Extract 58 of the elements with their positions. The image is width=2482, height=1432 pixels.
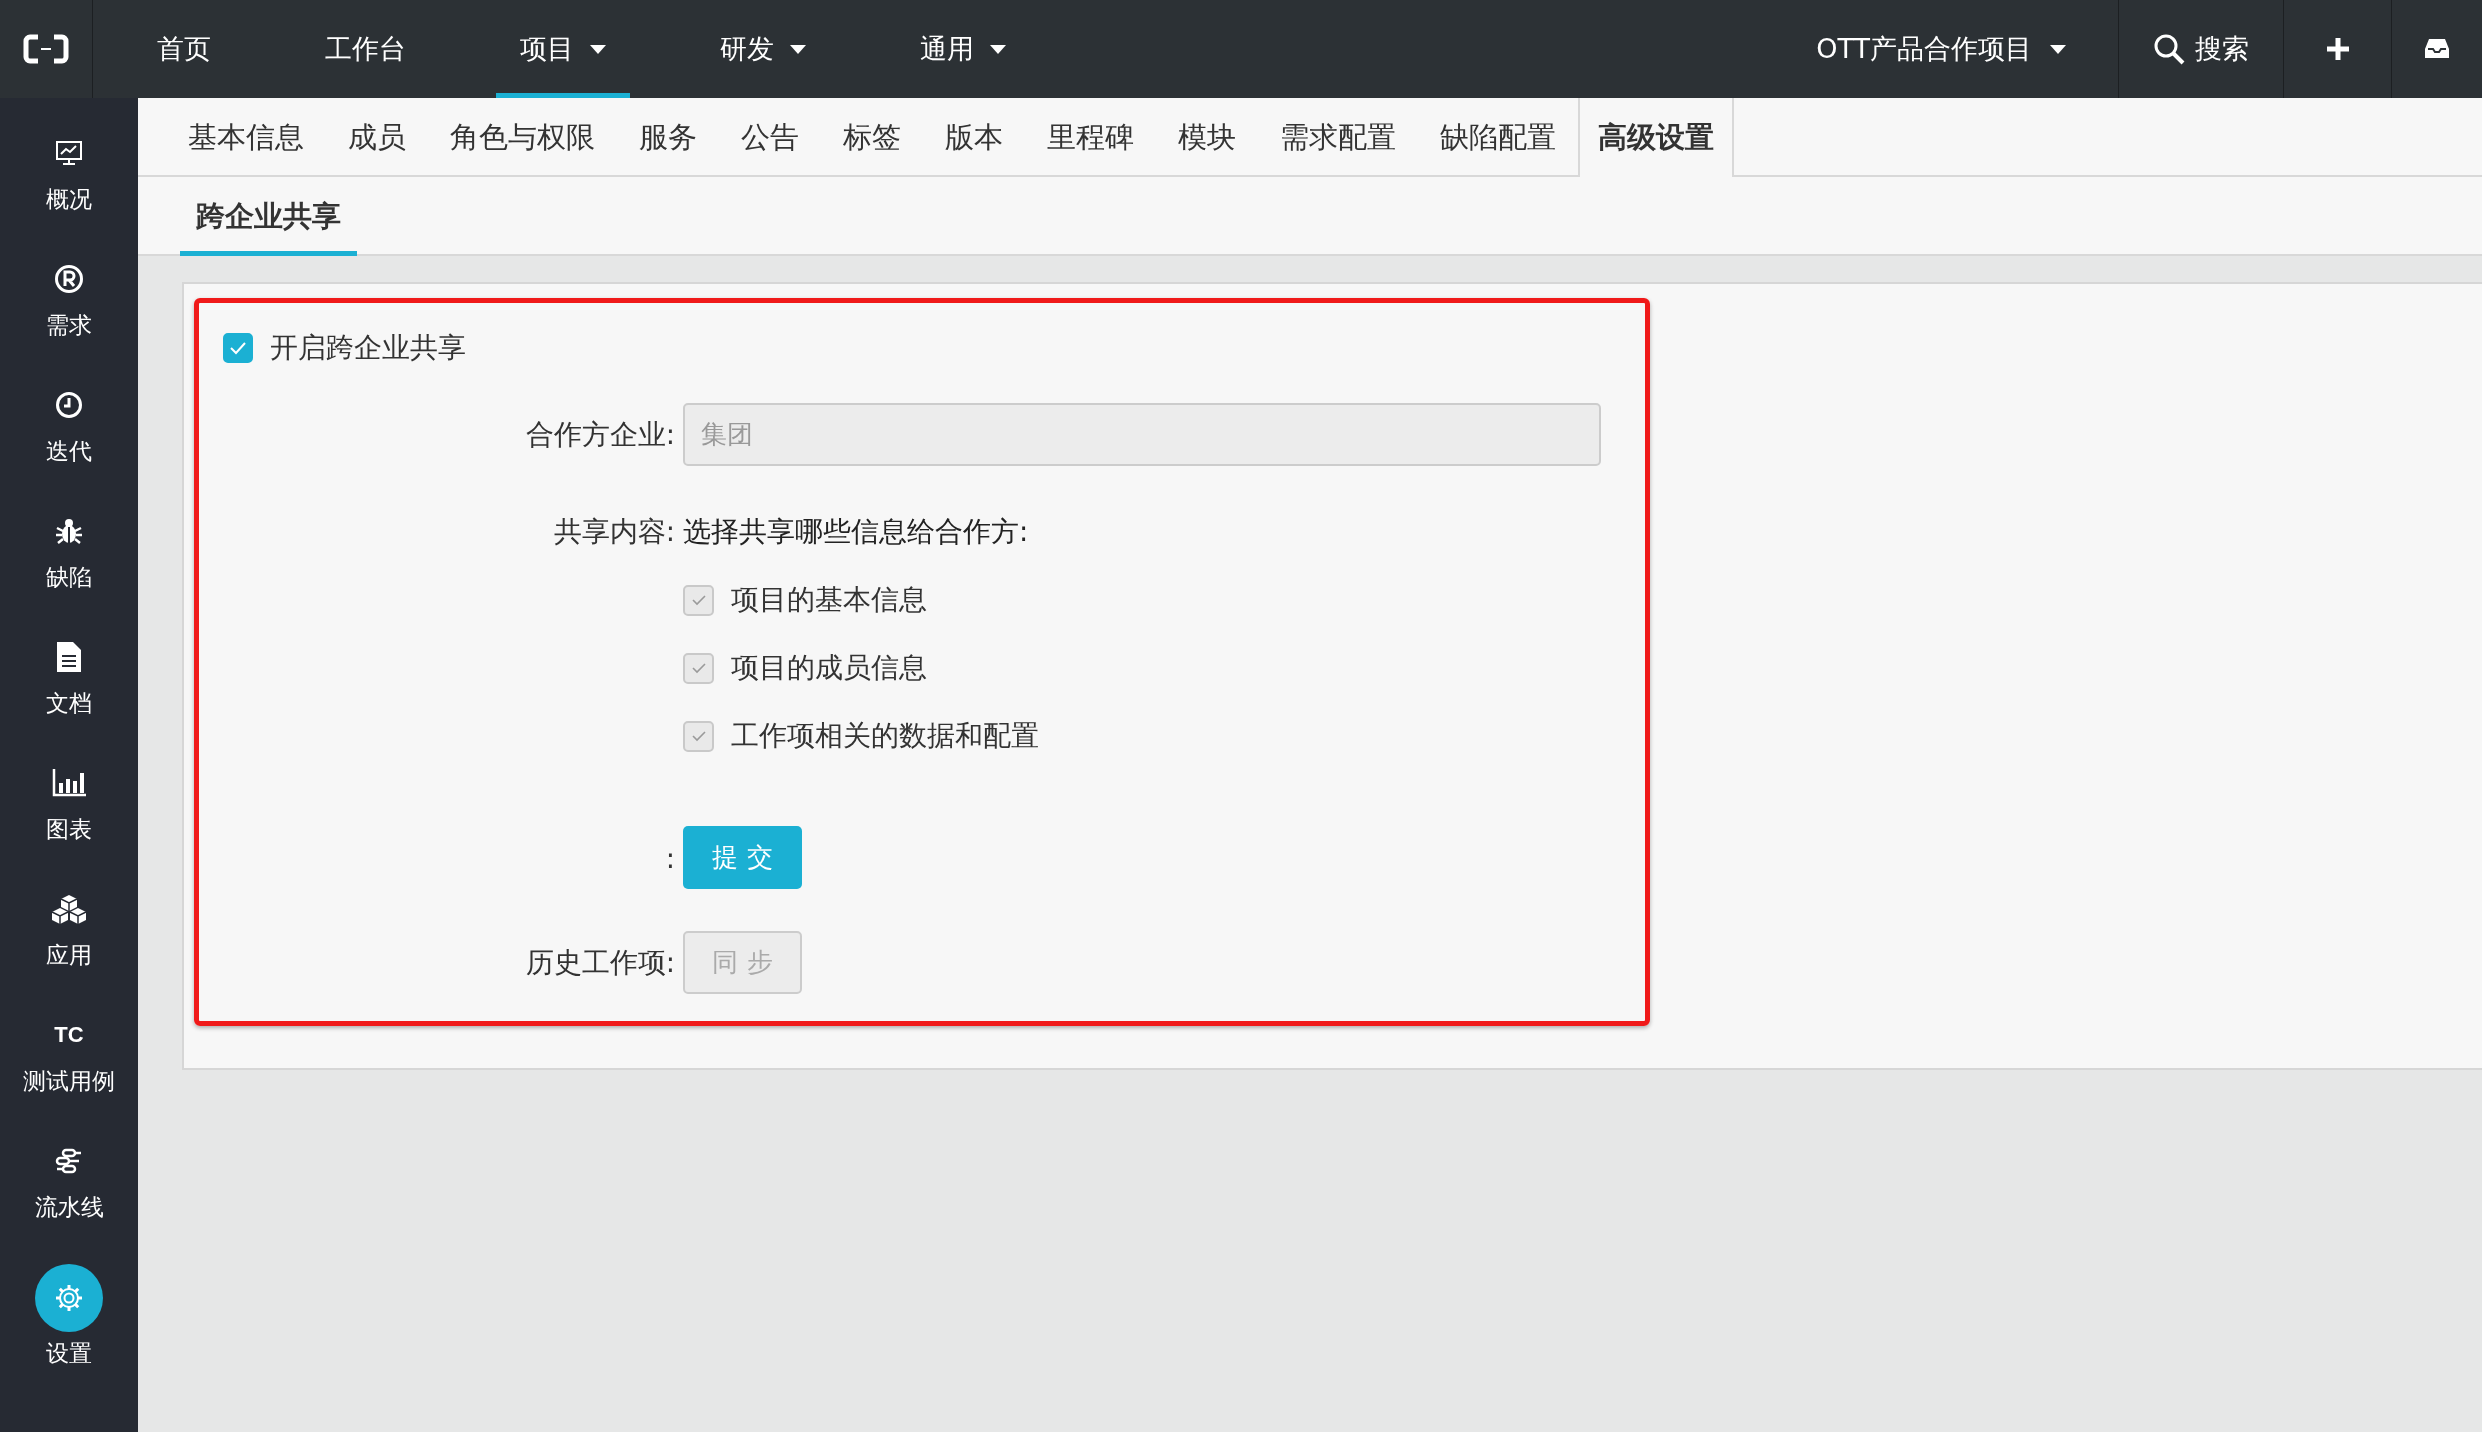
nav-menu-item[interactable]: 通用 bbox=[896, 0, 1030, 98]
sidebar-item[interactable]: 流水线 bbox=[0, 1136, 138, 1262]
plus-icon bbox=[2326, 38, 2349, 60]
sidebar-item[interactable]: 缺陷 bbox=[0, 506, 138, 632]
field-label: 历史工作项: bbox=[524, 944, 676, 980]
settings-tab[interactable]: 标签 bbox=[821, 98, 923, 177]
clock-icon bbox=[55, 391, 83, 419]
sidebar-item[interactable]: 迭代 bbox=[0, 380, 138, 506]
bug-icon bbox=[54, 516, 84, 546]
checkbox[interactable] bbox=[223, 333, 253, 363]
settings-tab[interactable]: 需求配置 bbox=[1258, 98, 1418, 177]
check-icon bbox=[690, 594, 707, 606]
sidebar-item[interactable]: 概况 bbox=[0, 128, 138, 254]
sidebar-item[interactable]: 设置 bbox=[0, 1264, 138, 1404]
check-icon bbox=[229, 341, 247, 355]
settings-tab[interactable]: 里程碑 bbox=[1025, 98, 1156, 177]
checkbox-label: 项目的基本信息 bbox=[731, 582, 927, 617]
sidebar-item[interactable]: 图表 bbox=[0, 758, 138, 884]
nav-menu-item[interactable]: 首页 bbox=[133, 0, 235, 98]
check-icon bbox=[690, 662, 707, 674]
settings-tab[interactable]: 成员 bbox=[326, 98, 428, 177]
sidebar-item[interactable]: 文档 bbox=[0, 632, 138, 758]
caret-icon bbox=[790, 44, 806, 54]
check-icon bbox=[690, 730, 707, 742]
sidebar-item[interactable]: TC 测试用例 bbox=[0, 1010, 138, 1136]
nav-menu-item[interactable]: 研发 bbox=[696, 0, 830, 98]
caret-icon bbox=[590, 44, 606, 54]
tc-icon-text: TC bbox=[54, 1022, 84, 1048]
bar-chart-icon bbox=[52, 769, 86, 797]
field-label: 共享内容: bbox=[552, 514, 676, 549]
settings-tab[interactable]: 模块 bbox=[1156, 98, 1258, 177]
checkbox-label: 项目的成员信息 bbox=[731, 650, 927, 685]
share-prompt: 选择共享哪些信息给合作方: bbox=[683, 514, 1029, 549]
settings-tab[interactable]: 角色与权限 bbox=[428, 98, 617, 177]
document-icon bbox=[56, 641, 82, 673]
caret-icon bbox=[2050, 44, 2066, 54]
search-icon bbox=[2153, 33, 2185, 65]
sub-tab[interactable]: 跨企业共享 bbox=[180, 177, 357, 256]
checkbox-label: 开启跨企业共享 bbox=[270, 330, 466, 365]
monitor-chart-icon bbox=[55, 140, 83, 166]
settings-tab[interactable]: 高级设置 bbox=[1578, 98, 1734, 177]
settings-tab[interactable]: 基本信息 bbox=[166, 98, 326, 177]
logo-icon[interactable] bbox=[23, 34, 69, 64]
registered-icon bbox=[54, 264, 84, 294]
sidebar-item[interactable]: 需求 bbox=[0, 254, 138, 380]
caret-icon bbox=[990, 44, 1006, 54]
settings-tab[interactable]: 公告 bbox=[719, 98, 821, 177]
field-label: 合作方企业: bbox=[524, 416, 676, 452]
settings-icon bbox=[55, 1284, 83, 1312]
cubes-icon bbox=[50, 894, 88, 924]
settings-tab[interactable]: 缺陷配置 bbox=[1418, 98, 1578, 177]
settings-tab[interactable]: 服务 bbox=[617, 98, 719, 177]
field-label: : bbox=[664, 841, 676, 874]
nav-menu-item[interactable]: 工作台 bbox=[301, 0, 430, 98]
inbox-icon bbox=[2424, 38, 2450, 60]
sidebar-item[interactable]: 应用 bbox=[0, 884, 138, 1010]
checkbox-label: 工作项相关的数据和配置 bbox=[731, 718, 1039, 753]
settings-tab[interactable]: 版本 bbox=[923, 98, 1025, 177]
